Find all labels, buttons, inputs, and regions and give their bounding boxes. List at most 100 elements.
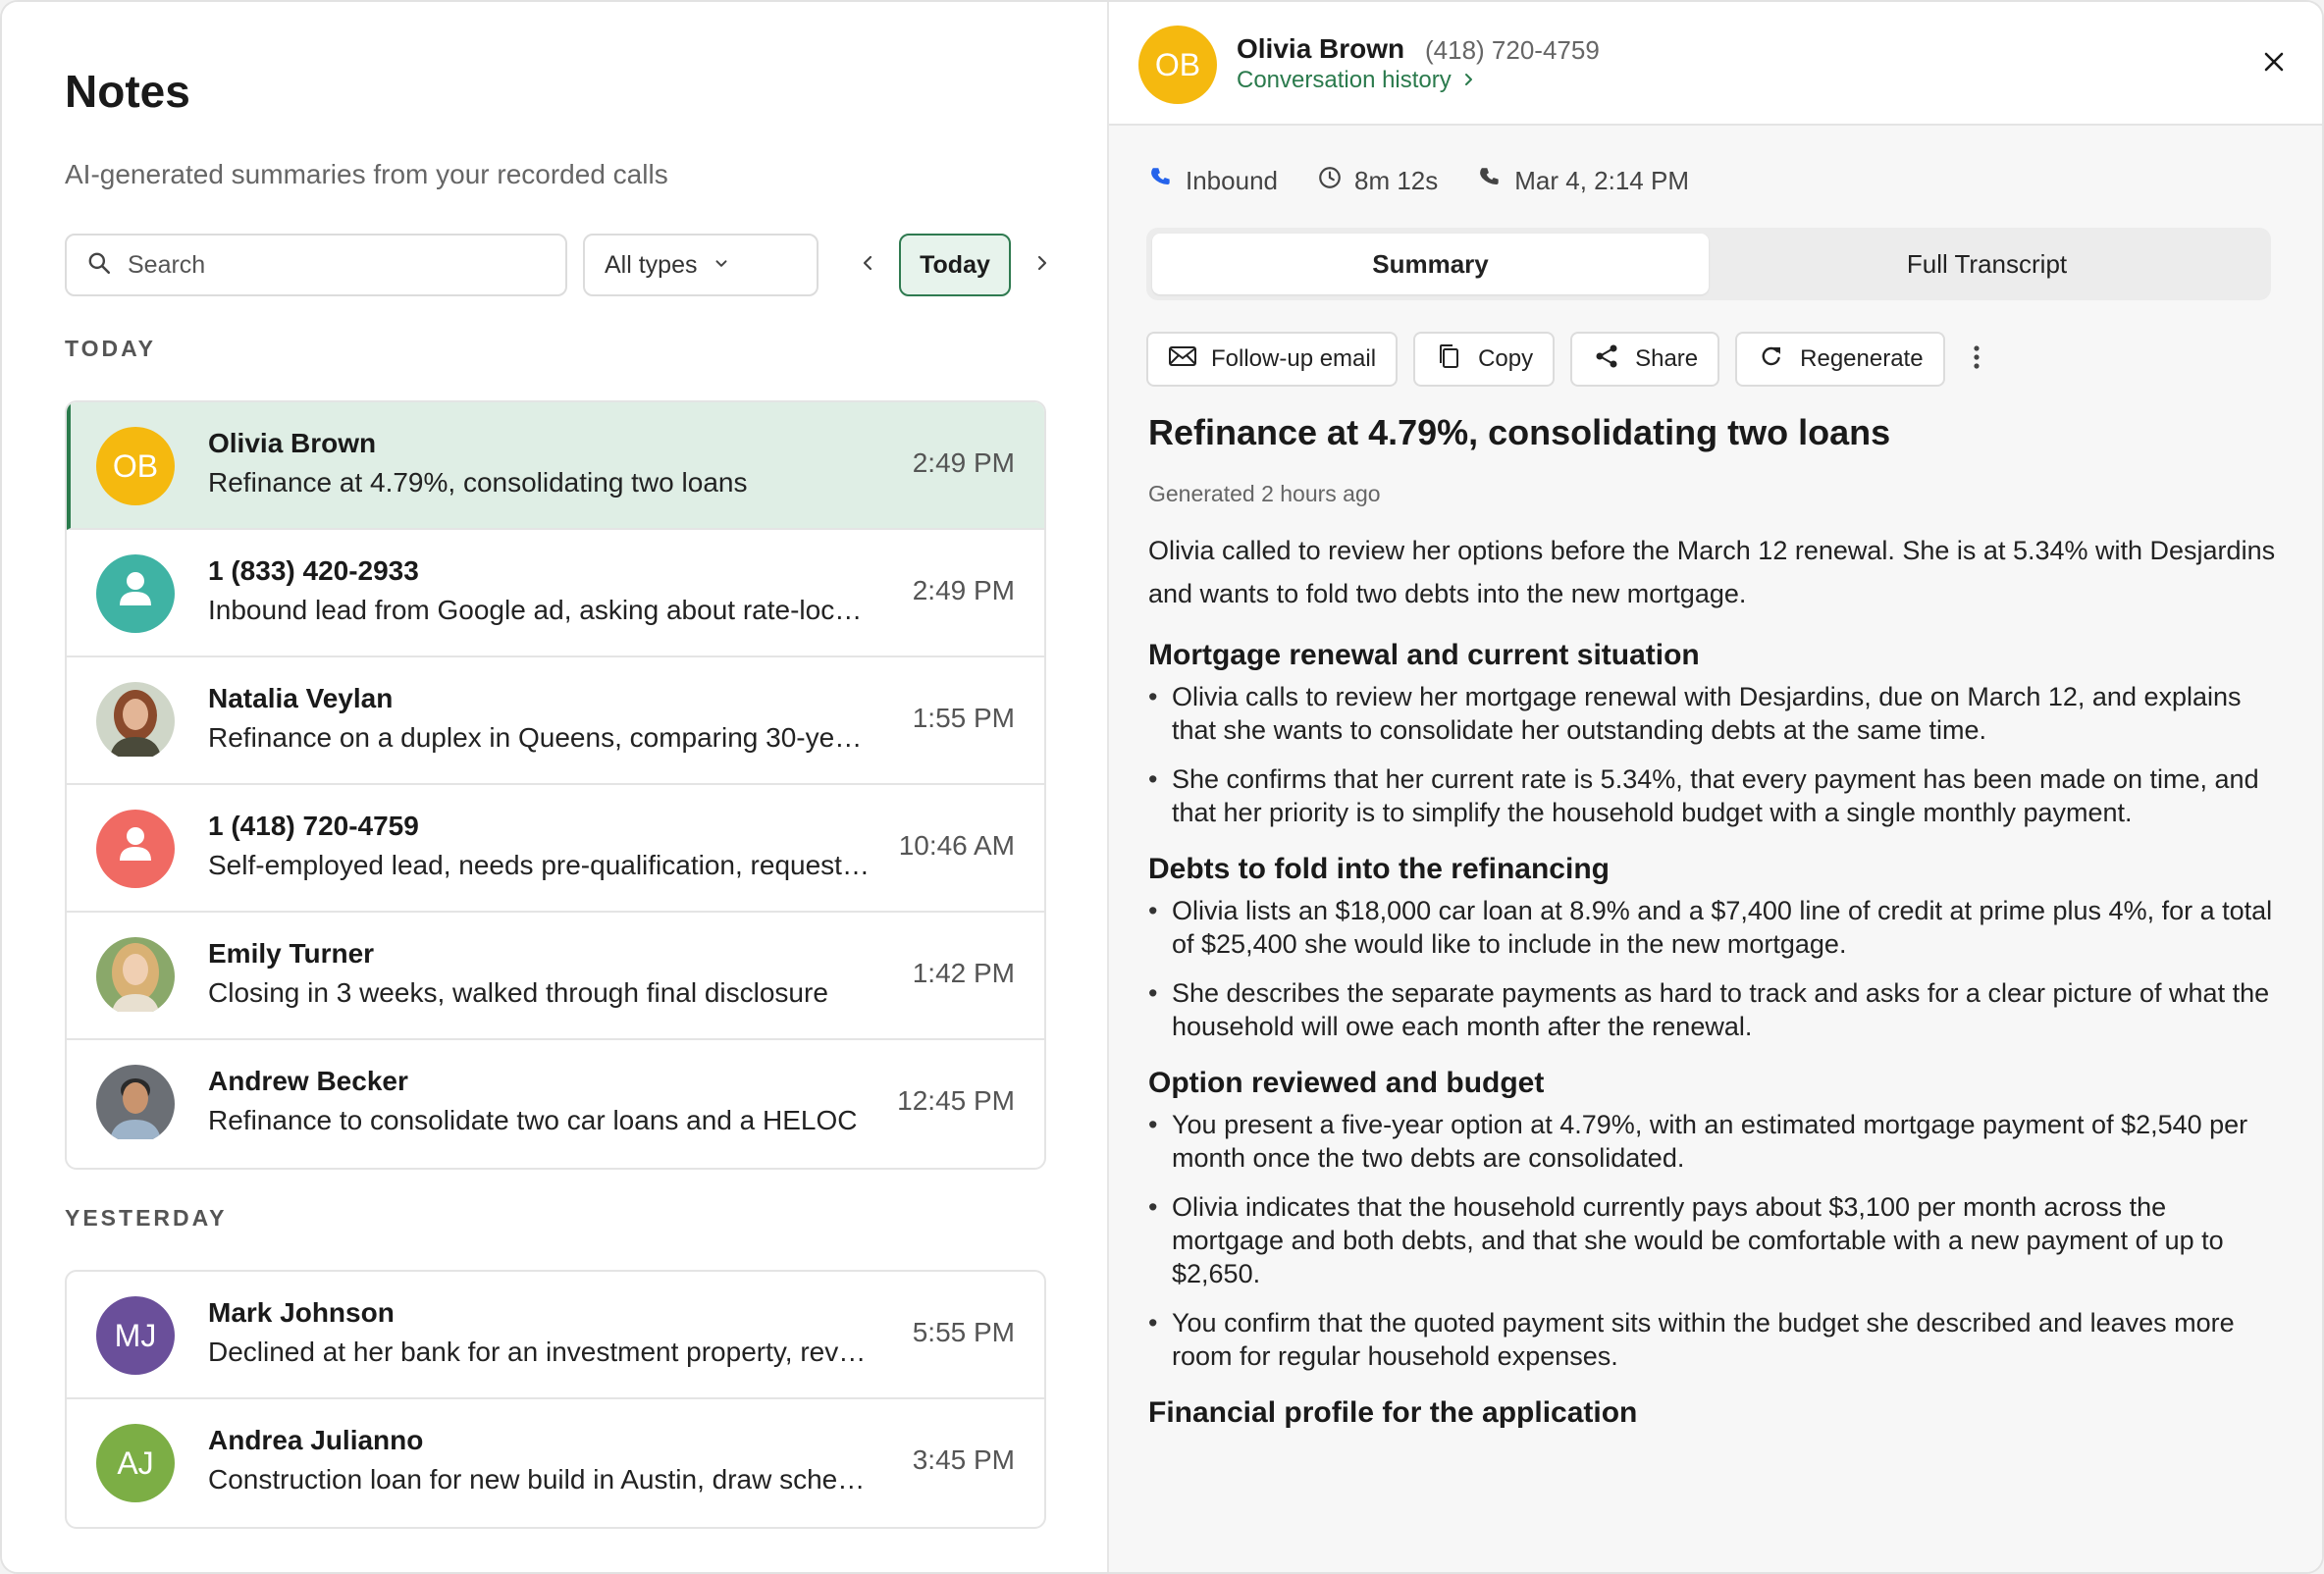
avatar xyxy=(96,810,175,888)
section-heading: Option reviewed and budget xyxy=(1148,1067,1545,1099)
note-detail-panel: OB Olivia Brown (418) 720-4759 Conversat… xyxy=(1109,2,2322,1572)
list-item[interactable]: AJ Andrea Julianno Construction loan for… xyxy=(67,1399,1044,1527)
note-snippet: Construction loan for new build in Austi… xyxy=(208,1464,872,1495)
share-icon xyxy=(1592,342,1635,377)
section-label-today: TODAY xyxy=(65,336,156,361)
avatar xyxy=(96,682,175,761)
contact-name: Olivia Brown xyxy=(1237,33,1405,64)
avatar-initials: MJ xyxy=(114,1317,157,1353)
search-icon xyxy=(86,250,112,281)
note-contact-name: Olivia Brown xyxy=(208,428,377,458)
refresh-icon xyxy=(1757,342,1800,377)
person-icon xyxy=(96,554,175,633)
copy-label: Copy xyxy=(1478,345,1534,372)
follow-up-email-label: Follow-up email xyxy=(1211,345,1377,372)
photo-avatar-icon xyxy=(96,937,175,1016)
next-day-button[interactable] xyxy=(1023,245,1062,285)
copy-button[interactable]: Copy xyxy=(1413,332,1556,387)
summary-section: Debts to fold into the refinancing Olivi… xyxy=(1148,853,2277,1043)
call-date-label: Mar 4, 2:14 PM xyxy=(1514,166,1689,195)
prev-day-button[interactable] xyxy=(848,245,887,285)
conversation-history-link[interactable]: Conversation history xyxy=(1237,67,1477,94)
summary-section: Mortgage renewal and current situation O… xyxy=(1148,639,2277,829)
bullet-item: She confirms that her current rate is 5.… xyxy=(1148,762,2277,829)
list-item[interactable]: Andrew Becker Refinance to consolidate t… xyxy=(67,1040,1044,1168)
note-time: 5:55 PM xyxy=(912,1317,1015,1347)
summary-intro: Olivia called to review her options befo… xyxy=(1148,536,2276,608)
regenerate-label: Regenerate xyxy=(1800,345,1924,372)
notes-list-yesterday: MJ Mark Johnson Declined at her bank for… xyxy=(65,1270,1046,1529)
clock-icon xyxy=(1317,165,1354,197)
bullet-item: Olivia lists an $18,000 car loan at 8.9%… xyxy=(1148,894,2277,961)
tab-summary[interactable]: Summary xyxy=(1152,234,1709,294)
search-box[interactable] xyxy=(65,234,567,296)
section-heading: Mortgage renewal and current situation xyxy=(1148,639,1700,671)
type-filter-value: All types xyxy=(605,250,698,279)
notes-panel: Notes AI-generated summaries from your r… xyxy=(2,2,1109,1572)
more-options-button[interactable] xyxy=(1961,332,1992,387)
note-contact-name: Emily Turner xyxy=(208,938,375,969)
note-time: 1:55 PM xyxy=(912,703,1015,733)
note-time: 2:49 PM xyxy=(912,575,1015,605)
note-contact-name: 1 (833) 420-2933 xyxy=(208,555,419,586)
list-item[interactable]: Natalia Veylan Refinance on a duplex in … xyxy=(67,657,1044,785)
share-label: Share xyxy=(1635,345,1699,372)
summary-section: Financial profile for the application xyxy=(1148,1396,2277,1430)
chevron-down-icon xyxy=(697,251,730,280)
note-time: 12:45 PM xyxy=(897,1085,1015,1116)
note-snippet: Refinance to consolidate two car loans a… xyxy=(208,1105,858,1135)
page-title: Notes xyxy=(65,66,190,117)
section-heading: Financial profile for the application xyxy=(1148,1396,1638,1429)
type-filter-dropdown[interactable]: All types xyxy=(583,234,819,296)
search-input[interactable] xyxy=(128,250,520,280)
bullet-list: Olivia calls to review her mortgage rene… xyxy=(1148,680,2277,829)
avatar-initials: AJ xyxy=(117,1444,154,1481)
call-duration: 8m 12s xyxy=(1317,165,1438,197)
notes-list-today: OB Olivia Brown Refinance at 4.79%, cons… xyxy=(65,400,1046,1170)
avatar: OB xyxy=(1138,26,1217,104)
regenerate-button[interactable]: Regenerate xyxy=(1735,332,1945,387)
tab-full-transcript[interactable]: Full Transcript xyxy=(1709,234,2265,294)
note-time: 1:42 PM xyxy=(912,958,1015,988)
avatar-initials: OB xyxy=(112,447,159,484)
list-item[interactable]: Emily Turner Closing in 3 weeks, walked … xyxy=(67,913,1044,1040)
list-item[interactable]: 1 (833) 420-2933 Inbound lead from Googl… xyxy=(67,530,1044,657)
conversation-history-label: Conversation history xyxy=(1237,67,1452,93)
section-label-yesterday: YESTERDAY xyxy=(65,1205,228,1231)
call-direction: Inbound xyxy=(1148,165,1278,197)
list-item[interactable]: 1 (418) 720-4759 Self-employed lead, nee… xyxy=(67,785,1044,913)
photo-avatar-icon xyxy=(96,682,175,761)
note-snippet: Refinance on a duplex in Queens, compari… xyxy=(208,722,872,753)
note-time: 3:45 PM xyxy=(912,1444,1015,1475)
copy-icon xyxy=(1435,342,1478,377)
avatar: OB xyxy=(96,427,175,505)
close-button[interactable] xyxy=(2259,47,2289,77)
note-contact-name: Andrea Julianno xyxy=(208,1425,424,1455)
more-vertical-icon xyxy=(1973,343,1981,376)
app-window: Notes AI-generated summaries from your r… xyxy=(0,0,2324,1574)
call-meta: Inbound 8m 12s Mar 4, 2:14 PM xyxy=(1148,165,1728,197)
bullet-list: You present a five-year option at 4.79%,… xyxy=(1148,1108,2277,1373)
note-time: 10:46 AM xyxy=(898,830,1015,861)
avatar xyxy=(96,554,175,633)
share-button[interactable]: Share xyxy=(1570,332,1720,387)
bullet-item: You confirm that the quoted payment sits… xyxy=(1148,1306,2277,1373)
generated-timestamp: Generated 2 hours ago xyxy=(1148,481,1381,506)
note-contact-name: Andrew Becker xyxy=(208,1066,408,1096)
avatar xyxy=(96,1065,175,1143)
note-contact-name: 1 (418) 720-4759 xyxy=(208,811,419,841)
follow-up-email-button[interactable]: Follow-up email xyxy=(1146,332,1399,387)
person-icon xyxy=(96,810,175,888)
list-item[interactable]: MJ Mark Johnson Declined at her bank for… xyxy=(67,1272,1044,1399)
avatar-initials: OB xyxy=(1154,46,1201,82)
list-item[interactable]: OB Olivia Brown Refinance at 4.79%, cons… xyxy=(67,402,1044,530)
bullet-item: You present a five-year option at 4.79%,… xyxy=(1148,1108,2277,1175)
phone-icon xyxy=(1477,165,1514,197)
bullet-list: Olivia lists an $18,000 car loan at 8.9%… xyxy=(1148,894,2277,1043)
avatar xyxy=(96,937,175,1016)
close-icon xyxy=(2259,52,2289,80)
note-contact-name: Mark Johnson xyxy=(208,1297,395,1328)
today-button[interactable]: Today xyxy=(899,234,1011,296)
call-duration-label: 8m 12s xyxy=(1353,166,1439,195)
detail-header: OB Olivia Brown (418) 720-4759 Conversat… xyxy=(1109,2,2322,126)
